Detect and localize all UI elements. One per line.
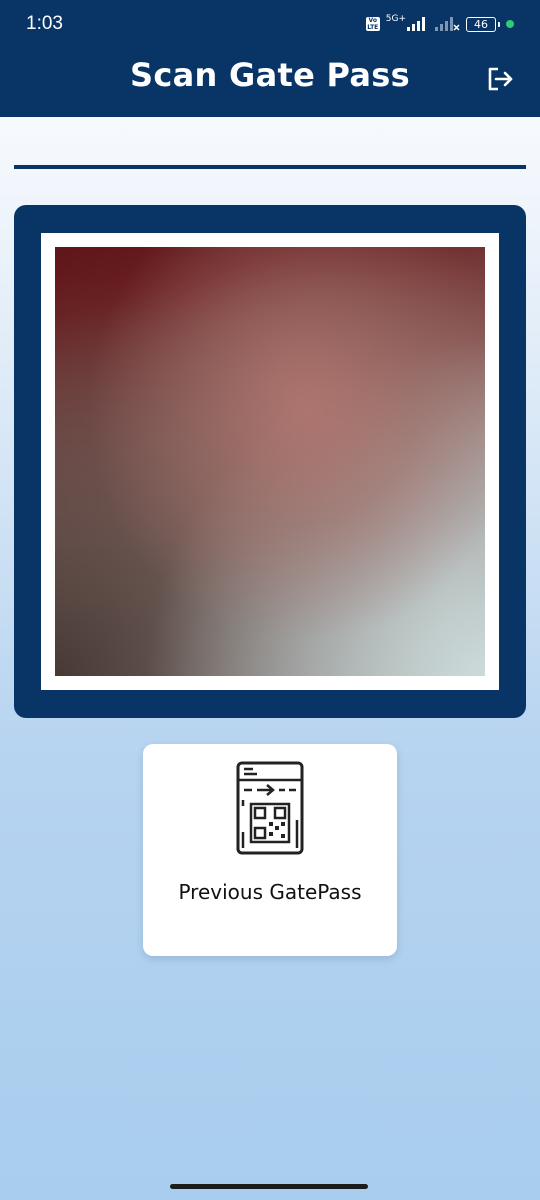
battery-icon: 46 xyxy=(466,16,500,32)
volte-icon: Vo LTE xyxy=(365,17,380,31)
scanner-viewport-border xyxy=(41,233,499,690)
camera-preview[interactable] xyxy=(55,247,485,676)
logout-icon[interactable] xyxy=(484,63,516,95)
camera-feed xyxy=(55,247,485,676)
status-bar: 1:03 Vo LTE 5G+ 46 xyxy=(0,0,540,48)
page-title: Scan Gate Pass xyxy=(129,56,410,94)
status-time: 1:03 xyxy=(26,13,63,34)
previous-gatepass-button[interactable]: Previous GatePass xyxy=(143,744,397,956)
app-header: 1:03 Vo LTE 5G+ 46 Scan Gate Pass xyxy=(0,0,540,117)
home-indicator[interactable] xyxy=(170,1184,368,1189)
qr-scanner-frame xyxy=(14,205,526,718)
network-type-label: 5G+ xyxy=(385,14,406,24)
status-icons: Vo LTE 5G+ 46 xyxy=(365,14,514,34)
previous-gatepass-label: Previous GatePass xyxy=(178,880,362,904)
privacy-indicator-dot xyxy=(506,20,514,28)
signal-weak-icon xyxy=(435,17,460,31)
header-divider xyxy=(14,165,526,169)
signal-strength-icon xyxy=(407,17,425,31)
qr-gatepass-icon xyxy=(236,761,304,855)
